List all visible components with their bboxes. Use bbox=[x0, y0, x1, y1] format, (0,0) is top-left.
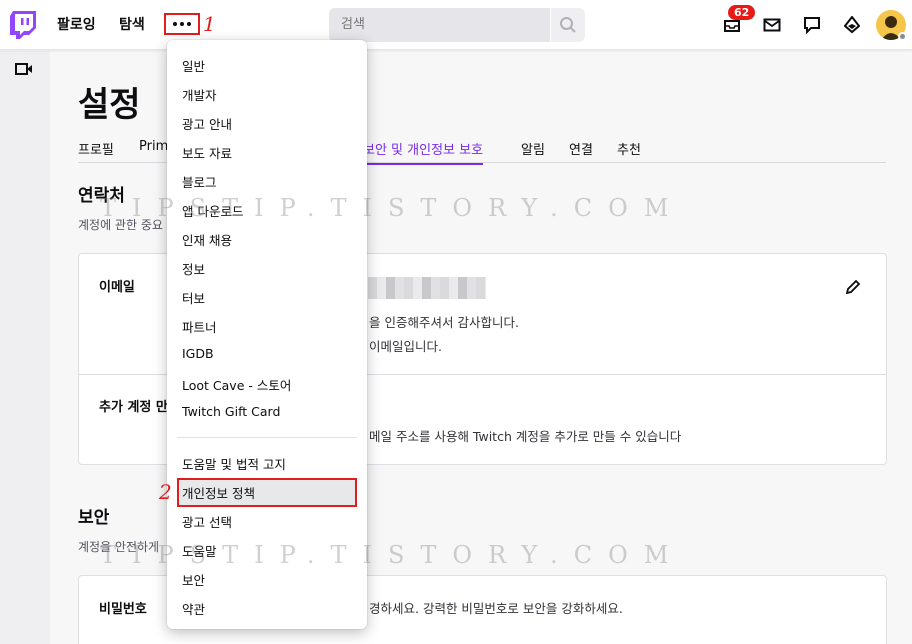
contact-section-desc: 계정에 관한 중요 bbox=[78, 218, 163, 232]
menu-divider bbox=[177, 437, 357, 438]
tab-connections[interactable]: 연결 bbox=[569, 139, 593, 158]
tab-notifications[interactable]: 알림 bbox=[521, 139, 545, 158]
menu-item-download-apps[interactable]: 앱 다운로드 bbox=[182, 201, 243, 220]
video-camera-icon[interactable] bbox=[15, 61, 33, 80]
menu-item-help[interactable]: 도움말 bbox=[182, 541, 217, 560]
annotation-number-1: 1 bbox=[203, 12, 216, 36]
menu-item-blog[interactable]: 블로그 bbox=[182, 172, 217, 191]
tab-security-privacy[interactable]: 보안 및 개인정보 보호 bbox=[363, 139, 484, 165]
email-primary-text: 이메일입니다. bbox=[369, 339, 442, 354]
edit-email-pencil-icon[interactable] bbox=[845, 279, 861, 299]
email-verified-text: 을 인증해주셔서 감사합니다. bbox=[369, 315, 519, 330]
bits-icon[interactable] bbox=[841, 14, 863, 36]
menu-item-general[interactable]: 일반 bbox=[182, 56, 205, 75]
menu-item-igdb[interactable]: IGDB bbox=[182, 346, 214, 361]
additional-accounts-text: 메일 주소를 사용해 Twitch 계정을 추가로 만들 수 있습니다 bbox=[369, 429, 682, 444]
more-dots-icon[interactable] bbox=[164, 13, 200, 35]
menu-item-advertisers[interactable]: 광고 안내 bbox=[182, 114, 232, 133]
security-section-desc: 계정을 안전하게 bbox=[78, 540, 160, 554]
password-label: 비밀번호 bbox=[99, 602, 147, 617]
menu-item-security[interactable]: 보안 bbox=[182, 570, 205, 589]
more-menu-dropdown: 일반 개발자 광고 안내 보도 자료 블로그 앱 다운로드 인재 채용 정보 터… bbox=[167, 40, 367, 629]
menu-item-developers[interactable]: 개발자 bbox=[182, 85, 217, 104]
tab-profile[interactable]: 프로필 bbox=[78, 139, 114, 158]
tab-prime[interactable]: Prim bbox=[139, 139, 168, 154]
email-value-redacted bbox=[368, 277, 486, 299]
password-desc-text: 경하세요. 강력한 비밀번호로 보안을 강화하세요. bbox=[369, 601, 623, 616]
search-button[interactable] bbox=[551, 8, 585, 42]
search-input[interactable] bbox=[329, 8, 550, 42]
twitch-logo-icon[interactable] bbox=[10, 11, 36, 39]
inbox-icon[interactable] bbox=[761, 14, 783, 36]
menu-item-about[interactable]: 정보 bbox=[182, 259, 205, 278]
annotation-number-2: 2 bbox=[159, 480, 172, 504]
top-nav: 팔로잉 탐색 1 bbox=[0, 0, 912, 50]
menu-item-press[interactable]: 보도 자료 bbox=[182, 143, 232, 162]
nav-browse-link[interactable]: 탐색 bbox=[119, 14, 145, 34]
nav-following-link[interactable]: 팔로잉 bbox=[57, 14, 96, 34]
search-icon bbox=[560, 17, 576, 33]
menu-item-turbo[interactable]: 터보 bbox=[182, 288, 205, 307]
tab-recommendations[interactable]: 추천 bbox=[617, 139, 641, 158]
menu-item-terms[interactable]: 약관 bbox=[182, 599, 205, 618]
email-label: 이메일 bbox=[99, 280, 135, 295]
side-nav bbox=[0, 51, 50, 644]
status-dot bbox=[898, 32, 907, 41]
contact-section-title: 연락처 bbox=[78, 186, 125, 206]
notification-badge: 62 bbox=[728, 5, 756, 20]
security-section-title: 보안 bbox=[78, 508, 110, 528]
additional-accounts-label: 추가 계정 만 bbox=[99, 400, 168, 415]
menu-item-help-legal[interactable]: 도움말 및 법적 고지 bbox=[182, 454, 286, 473]
menu-item-gift-card[interactable]: Twitch Gift Card bbox=[182, 404, 280, 419]
menu-item-privacy-policy[interactable]: 개인정보 정책 bbox=[182, 483, 255, 502]
menu-item-partners[interactable]: 파트너 bbox=[182, 317, 217, 336]
menu-item-jobs[interactable]: 인재 채용 bbox=[182, 230, 232, 249]
page-title: 설정 bbox=[78, 85, 141, 125]
whispers-icon[interactable] bbox=[801, 14, 823, 36]
menu-item-loot-cave[interactable]: Loot Cave - 스토어 bbox=[182, 375, 291, 394]
menu-item-ad-choices[interactable]: 광고 선택 bbox=[182, 512, 232, 531]
